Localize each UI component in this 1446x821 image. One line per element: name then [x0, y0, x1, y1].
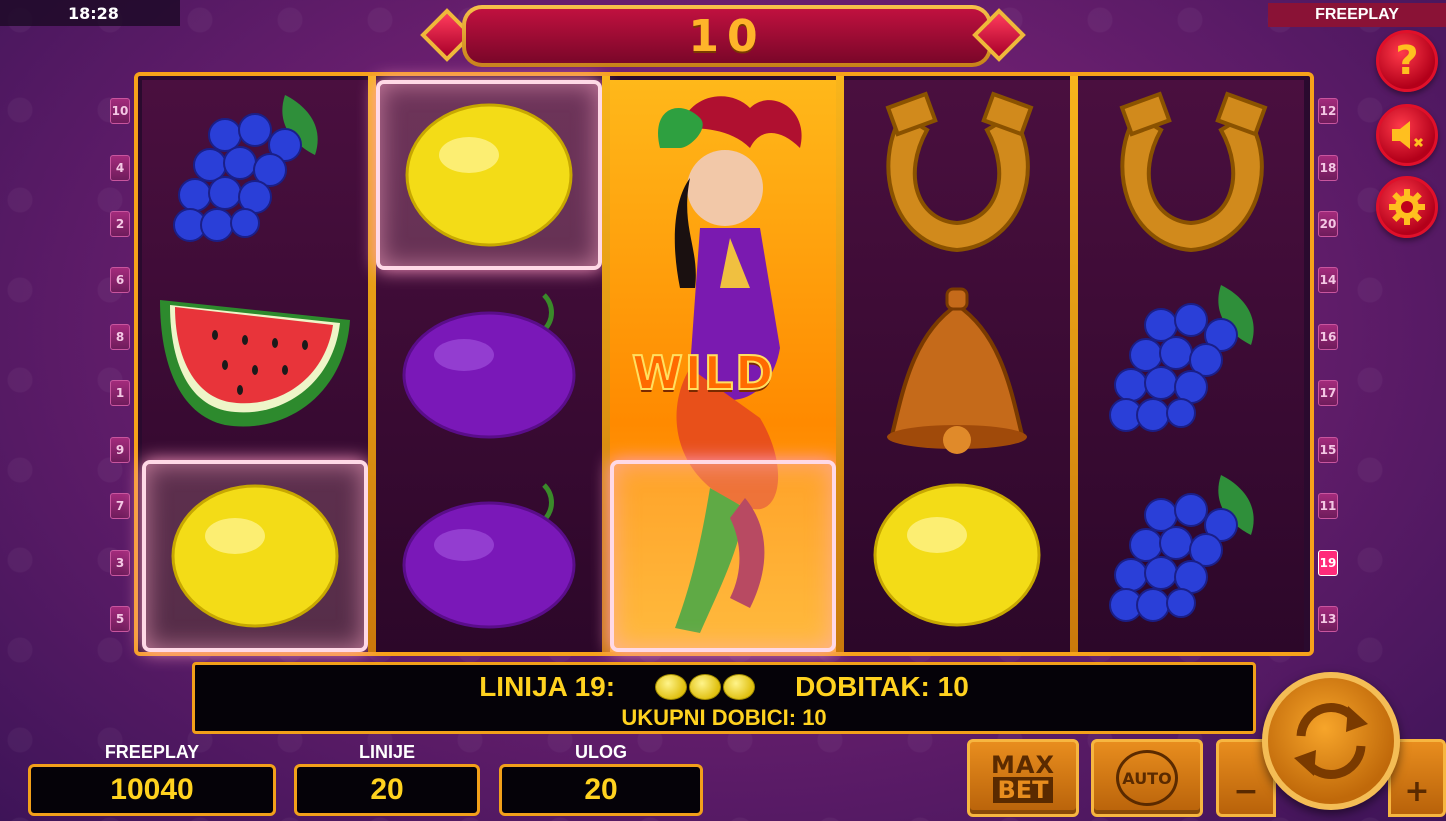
reel-separator	[602, 76, 610, 652]
grapes-icon	[173, 95, 318, 242]
payline-right-3[interactable]: 20	[1318, 211, 1338, 237]
reel-separator	[368, 76, 376, 652]
horseshoe-icon	[885, 91, 1034, 253]
lemon-icon	[689, 674, 722, 700]
payline-left-4[interactable]: 6	[110, 267, 130, 293]
bell-icon	[887, 287, 1027, 454]
lemon-icon	[171, 484, 339, 628]
payline-left-2[interactable]: 4	[110, 155, 130, 181]
reel-frame: WILD	[134, 72, 1314, 656]
total-win-label: UKUPNI DOBICI: 10	[621, 705, 827, 730]
symbol-plum	[376, 460, 602, 650]
reel-3-wild: WILD	[610, 80, 836, 652]
payline-left-1[interactable]: 10	[110, 98, 130, 124]
winning-line-label: LINIJA 19:	[479, 671, 616, 702]
symbol-grapes	[142, 80, 368, 270]
reel-2	[376, 80, 602, 652]
spin-arrows-icon	[1294, 703, 1368, 779]
payline-right-2[interactable]: 18	[1318, 155, 1338, 181]
clock: 18:28	[0, 0, 180, 26]
bet-value[interactable]: 20	[499, 764, 703, 816]
plum-icon	[402, 293, 576, 439]
lines-label: LINIJE	[358, 742, 415, 762]
payline-right-7[interactable]: 15	[1318, 437, 1338, 463]
payline-left-8[interactable]: 7	[110, 493, 130, 519]
grapes-icon	[1109, 285, 1254, 432]
max-bet-top-label: MAX	[991, 751, 1055, 779]
lemon-icon	[873, 483, 1041, 627]
max-bet-button[interactable]: MAX BET	[967, 739, 1079, 817]
win-amount: 10	[466, 9, 988, 63]
symbol-grapes	[1078, 460, 1304, 650]
lemon-icon	[655, 674, 688, 700]
balance-value: 10040	[28, 764, 276, 816]
win-info-panel: LINIJA 19: DOBITAK: 10 UKUPNI DOBICI: 10	[192, 662, 1256, 734]
symbol-bell	[844, 270, 1070, 460]
payline-left-5[interactable]: 8	[110, 324, 130, 350]
payline-left-3[interactable]: 2	[110, 211, 130, 237]
payline-right-5[interactable]: 16	[1318, 324, 1338, 350]
symbol-lemon	[844, 460, 1070, 650]
wild-label: WILD	[631, 345, 776, 401]
reel-5	[1078, 80, 1304, 652]
symbol-lemon-highlighted	[142, 460, 368, 652]
payline-right-6[interactable]: 17	[1318, 380, 1338, 406]
win-banner: 10	[462, 5, 992, 67]
plum-icon	[402, 483, 576, 629]
lemon-icon	[723, 674, 756, 700]
settings-icon	[1389, 189, 1425, 225]
help-button[interactable]: ?	[1376, 30, 1438, 92]
balance-label: FREEPLAY	[104, 742, 200, 762]
reel-separator	[836, 76, 844, 652]
lemon-icon	[405, 103, 573, 247]
sound-button[interactable]	[1376, 104, 1438, 166]
auto-play-button[interactable]: AUTO	[1091, 739, 1203, 817]
line-win-label: DOBITAK: 10	[795, 671, 969, 702]
winning-symbols	[655, 674, 756, 700]
reel-1	[142, 80, 368, 652]
spin-button[interactable]	[1262, 672, 1400, 810]
payline-left-10[interactable]: 5	[110, 606, 130, 632]
symbol-horseshoe	[1078, 80, 1304, 270]
payline-left-7[interactable]: 9	[110, 437, 130, 463]
help-icon: ?	[1395, 38, 1419, 84]
symbol-wild-highlighted	[610, 460, 836, 652]
max-bet-bottom-label: BET	[993, 777, 1053, 803]
symbol-lemon-highlighted	[376, 80, 602, 270]
symbol-grapes	[1078, 270, 1304, 460]
payline-right-4[interactable]: 14	[1318, 267, 1338, 293]
mode-label: FREEPLAY	[1268, 3, 1446, 27]
payline-right-8[interactable]: 11	[1318, 493, 1338, 519]
auto-label: AUTO	[1116, 750, 1178, 806]
payline-left-6[interactable]: 1	[110, 380, 130, 406]
reel-separator	[1070, 76, 1078, 652]
symbol-horseshoe	[844, 80, 1070, 270]
symbol-watermelon	[142, 270, 368, 460]
bet-label: ULOG	[575, 742, 627, 762]
sound-muted-icon	[1392, 121, 1424, 149]
lines-value[interactable]: 20	[294, 764, 480, 816]
payline-right-10[interactable]: 13	[1318, 606, 1338, 632]
grapes-icon	[1109, 475, 1254, 622]
settings-button[interactable]	[1376, 176, 1438, 238]
payline-right-9-active[interactable]: 19	[1318, 550, 1338, 576]
horseshoe-icon	[1119, 91, 1268, 253]
payline-right-1[interactable]: 12	[1318, 98, 1338, 124]
reel-4	[844, 80, 1070, 652]
watermelon-icon	[160, 300, 350, 427]
payline-left-9[interactable]: 3	[110, 550, 130, 576]
symbol-plum	[376, 270, 602, 460]
